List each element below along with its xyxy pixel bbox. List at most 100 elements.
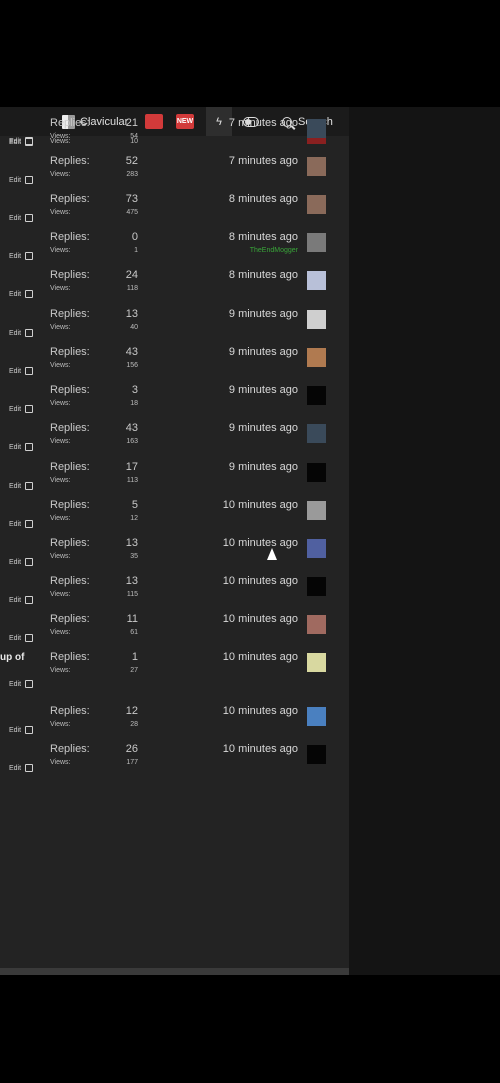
thread-row[interactable]: Edit Replies: Views: 24 118 8 minutes ago [0,266,349,304]
last-post-time[interactable]: 10 minutes ago [223,651,298,663]
last-post-time[interactable]: 9 minutes ago [229,384,298,396]
thread-row[interactable]: Edit Replies: Views: 52 283 7 minutes ago [0,152,349,190]
thread-row[interactable]: Edit Replies: Views: 13 40 9 minutes ago [0,305,349,343]
user-avatar[interactable] [307,615,326,634]
last-post-time[interactable]: 8 minutes ago [229,193,298,205]
edit-control[interactable]: Edit [9,726,34,734]
user-avatar[interactable] [307,195,326,214]
thread-row[interactable]: Edit Replies: Views: 0 1 8 minutes ago TheEndM… [0,228,349,266]
edit-control[interactable]: Edit [9,443,34,451]
edit-control[interactable]: Edit [9,596,34,604]
thread-row[interactable]: Edit Replies: Views: 13 35 10 minutes ago [0,534,349,572]
replies-count: 26 [125,743,138,755]
user-avatar[interactable] [307,745,326,764]
edit-control[interactable]: Edit [9,367,34,375]
edit-control[interactable]: Edit [9,290,34,298]
last-post-time[interactable]: 10 minutes ago [223,537,298,549]
edit-label: Edit [9,252,22,260]
user-avatar[interactable] [307,707,326,726]
thread-row[interactable]: Edit Replies: Views: 11 61 10 minutes ago [0,610,349,648]
select-checkbox[interactable] [25,367,34,375]
last-post-time[interactable]: 9 minutes ago [229,461,298,473]
last-post-time[interactable]: 7 minutes ago [229,117,298,129]
last-post-time[interactable]: 9 minutes ago [229,308,298,320]
last-post-time[interactable]: 8 minutes ago [229,269,298,281]
last-post-time[interactable]: 8 minutes ago [229,231,298,243]
select-checkbox[interactable] [25,443,34,451]
last-post-time[interactable]: 10 minutes ago [223,575,298,587]
user-avatar[interactable] [307,157,326,176]
thread-row[interactable]: up of Edit Replies: Views: 1 27 10 minutes ago [0,648,349,688]
thread-row[interactable]: Edit Replies: Views: 13 115 10 minutes ago [0,572,349,610]
views-count: 35 [130,553,138,560]
edit-control[interactable]: Edit [9,520,34,528]
last-poster-name[interactable]: TheEndMogger [250,247,298,254]
last-post-time[interactable]: 9 minutes ago [229,422,298,434]
views-label: Views: [50,477,71,484]
thread-row[interactable]: Edit Replies: Views: 17 113 9 minutes ago [0,458,349,496]
select-checkbox[interactable] [25,558,34,566]
select-checkbox[interactable] [25,520,34,528]
edit-label: Edit [9,176,22,184]
user-avatar[interactable] [307,653,326,672]
edit-control[interactable]: Edit [9,252,34,260]
select-checkbox[interactable] [25,329,34,337]
select-checkbox[interactable] [25,405,34,413]
user-avatar[interactable] [307,271,326,290]
replies-label: Replies: [50,231,90,243]
replies-label: Replies: [50,384,90,396]
user-avatar[interactable] [307,577,326,596]
views-label: Views: [50,553,71,560]
edit-control[interactable]: Edit [9,329,34,337]
select-checkbox[interactable] [25,596,34,604]
select-checkbox[interactable] [25,482,34,490]
edit-control[interactable]: Edit [9,482,34,490]
thread-title[interactable]: up of [0,652,24,663]
edit-control[interactable]: Edit [9,680,34,688]
select-checkbox[interactable] [25,634,34,642]
select-checkbox[interactable] [25,214,34,222]
select-checkbox[interactable] [25,680,34,688]
edit-control[interactable]: Edit [9,634,34,642]
select-checkbox[interactable] [25,138,34,146]
edit-control[interactable]: Edit [9,138,34,146]
last-post-time[interactable]: 10 minutes ago [223,705,298,717]
thread-row[interactable]: Edit Replies: Views: 12 28 10 minutes ago [0,702,349,740]
user-avatar[interactable] [307,348,326,367]
thread-row[interactable]: Edit Replies: Views: 5 12 10 minutes ago [0,496,349,534]
select-checkbox[interactable] [25,726,34,734]
select-checkbox[interactable] [25,252,34,260]
edit-control[interactable]: Edit [9,214,34,222]
last-post-time[interactable]: 7 minutes ago [229,155,298,167]
thread-row[interactable]: Edit Replies: Views: 26 177 10 minutes ago [0,740,349,778]
edit-control[interactable]: Edit [9,558,34,566]
thread-row[interactable]: Edit Replies: Views: 43 163 9 minutes ago [0,419,349,457]
thread-row[interactable]: Edit Replies: Views: 73 475 8 minutes ago [0,190,349,228]
user-avatar[interactable] [307,424,326,443]
user-avatar[interactable] [307,463,326,482]
replies-count: 52 [125,155,138,167]
last-post-time[interactable]: 10 minutes ago [223,613,298,625]
last-post-time[interactable]: 9 minutes ago [229,346,298,358]
last-post-time[interactable]: 10 minutes ago [223,743,298,755]
edit-control[interactable]: Edit [9,764,34,772]
user-avatar[interactable] [307,501,326,520]
thread-row[interactable]: Edit Replies: Views: 43 156 9 minutes ago [0,343,349,381]
select-checkbox[interactable] [25,176,34,184]
select-checkbox[interactable] [25,764,34,772]
user-avatar[interactable] [307,233,326,252]
user-avatar[interactable] [307,310,326,329]
edit-control[interactable]: Edit [9,176,34,184]
user-avatar[interactable] [307,539,326,558]
select-checkbox[interactable] [25,290,34,298]
thread-row[interactable]: Edit Replies: Views: 21 54 7 minutes ago [0,114,349,152]
last-post-time[interactable]: 10 minutes ago [223,499,298,511]
user-avatar[interactable] [307,386,326,405]
horizontal-scrollbar[interactable] [0,968,349,975]
edit-control[interactable]: Edit [9,405,34,413]
views-label: Views: [50,285,71,292]
views-count: 27 [130,667,138,674]
thread-row[interactable]: Edit Replies: Views: 3 18 9 minutes ago [0,381,349,419]
replies-label: Replies: [50,499,90,511]
user-avatar[interactable] [307,119,326,138]
